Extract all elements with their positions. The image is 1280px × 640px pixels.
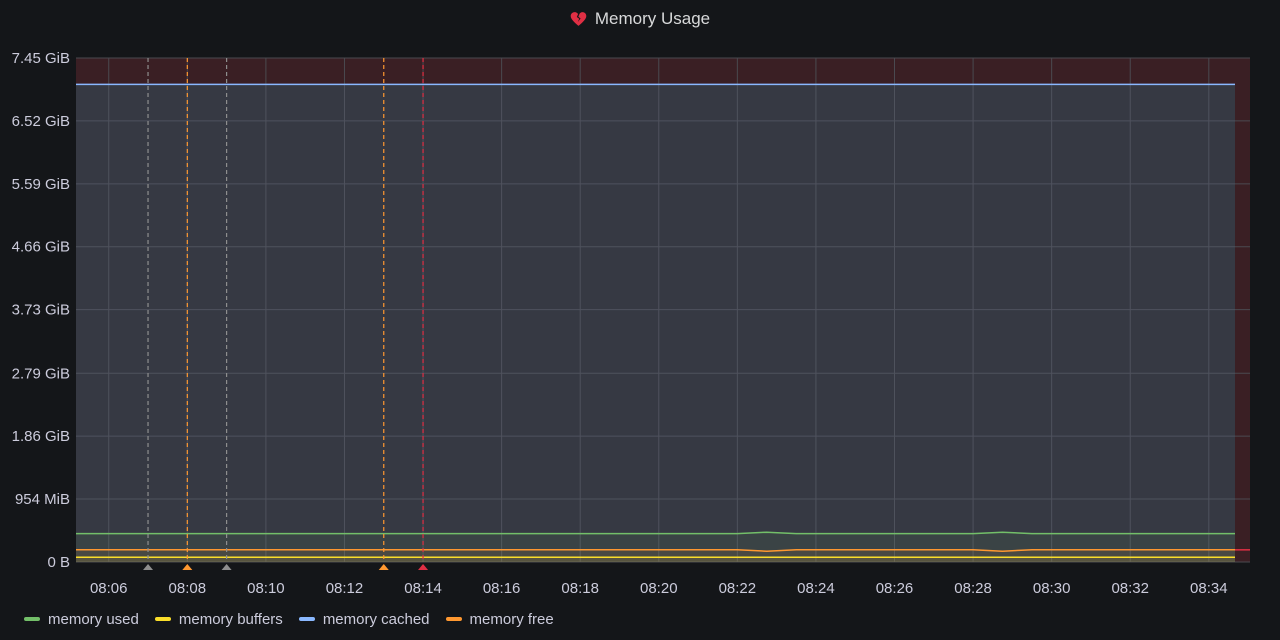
x-tick-label: 08:16 (483, 580, 521, 597)
legend-swatch (154, 617, 171, 621)
series-area-memory-cached (76, 84, 1235, 563)
y-tick-label: 2.79 GiB (12, 365, 70, 382)
legend-item-memory-cached[interactable]: memory cached (298, 610, 430, 628)
x-tick-label: 08:24 (797, 580, 835, 597)
legend-swatch (298, 617, 315, 621)
y-tick-label: 0 B (47, 554, 70, 571)
x-tick-label: 08:08 (169, 580, 207, 597)
chart-legend: memory used memory buffers memory cached me… (24, 608, 554, 630)
legend-label: memory free (469, 610, 554, 628)
x-tick-label: 08:06 (90, 580, 128, 597)
x-tick-label: 08:34 (1190, 580, 1228, 597)
y-tick-label: 3.73 GiB (12, 302, 70, 319)
x-tick-label: 08:14 (404, 580, 442, 597)
y-tick-label: 5.59 GiB (12, 176, 70, 193)
x-tick-label: 08:28 (954, 580, 992, 597)
x-tick-label: 08:12 (326, 580, 364, 597)
legend-item-memory-buffers[interactable]: memory buffers (154, 610, 283, 628)
x-tick-label: 08:32 (1111, 580, 1149, 597)
y-tick-label: 6.52 GiB (12, 113, 70, 130)
annotation-marker[interactable] (182, 564, 193, 570)
legend-swatch (24, 617, 40, 621)
annotation-marker[interactable] (418, 564, 429, 570)
y-tick-label: 1.86 GiB (12, 428, 70, 445)
x-tick-label: 08:10 (247, 580, 285, 597)
legend-label: memory buffers (178, 610, 283, 628)
legend-item-memory-free[interactable]: memory free (445, 610, 554, 628)
x-tick-label: 08:30 (1033, 580, 1071, 597)
y-tick-label: 7.45 GiB (12, 50, 70, 67)
legend-label: memory used (48, 610, 139, 628)
legend-swatch (445, 617, 462, 621)
legend-item-memory-used[interactable]: memory used (24, 611, 139, 628)
alert-threshold-region (76, 58, 1250, 85)
y-tick-label: 4.66 GiB (12, 239, 70, 256)
x-tick-label: 08:26 (876, 580, 914, 597)
x-tick-label: 08:18 (561, 580, 599, 597)
legend-label: memory cached (322, 610, 430, 628)
annotation-marker[interactable] (378, 564, 389, 570)
annotation-marker[interactable] (143, 564, 154, 570)
memory-usage-chart[interactable]: 0 B 954 MiB 1.86 GiB 2.79 GiB 3.73 GiB 4.66 G… (0, 0, 1280, 606)
x-tick-label: 08:20 (640, 580, 678, 597)
annotation-marker[interactable] (221, 564, 232, 570)
x-tick-label: 08:22 (719, 580, 757, 597)
y-tick-label: 954 MiB (15, 491, 70, 508)
